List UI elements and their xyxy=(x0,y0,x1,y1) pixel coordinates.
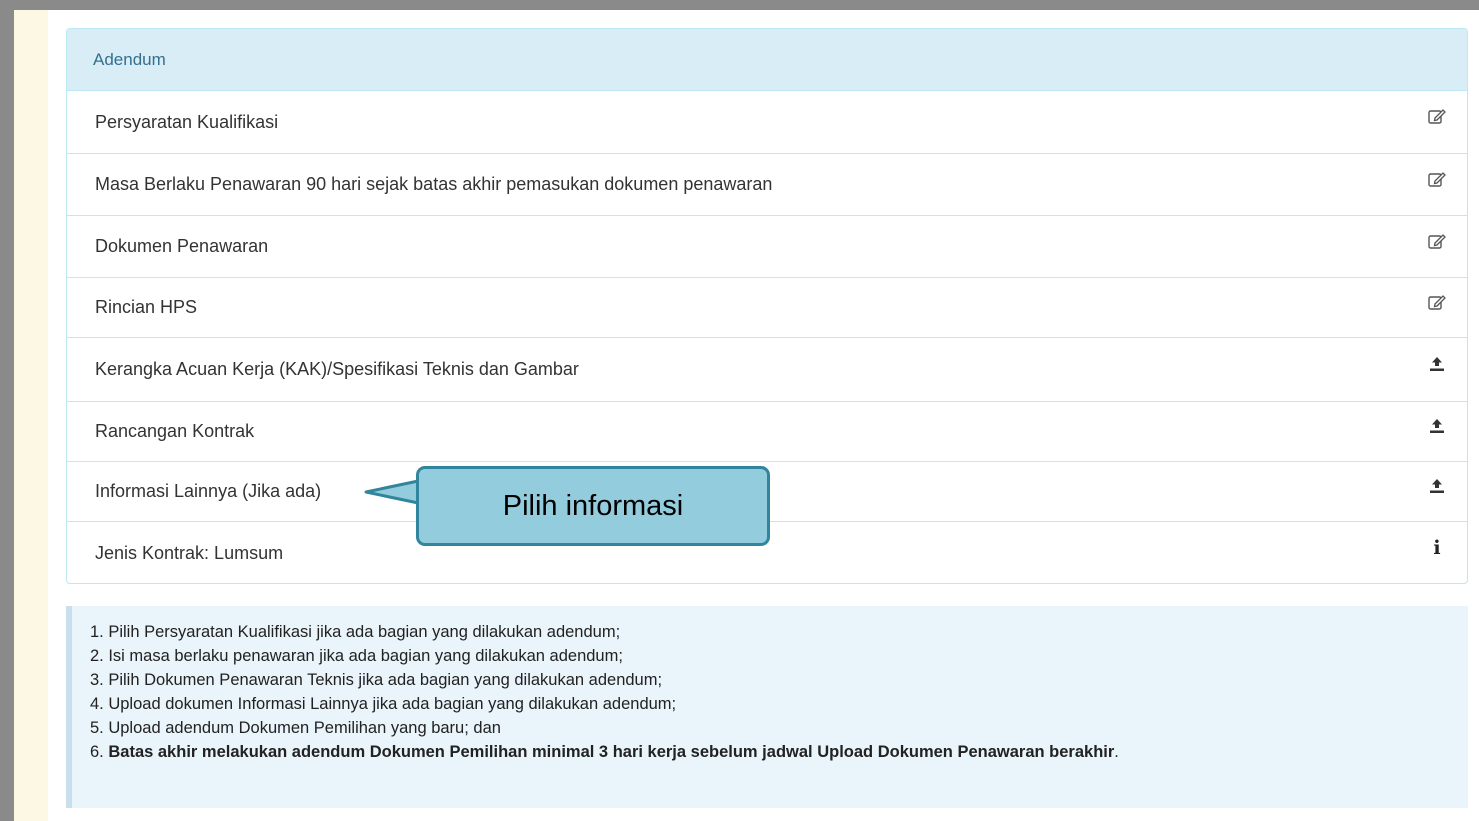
instruction-item: 2. Isi masa berlaku penawaran jika ada b… xyxy=(90,647,623,665)
screenshot-frame: Adendum Persyaratan Kualifikasi Masa Ber… xyxy=(14,10,1479,821)
list-item-rincian-hps[interactable]: Rincian HPS xyxy=(67,278,1467,338)
list-item-dokumen-penawaran[interactable]: Dokumen Penawaran xyxy=(67,216,1467,278)
edit-icon[interactable] xyxy=(1427,106,1447,126)
list-item-label: Informasi Lainnya (Jika ada) xyxy=(95,481,322,501)
edit-icon[interactable] xyxy=(1427,169,1447,189)
upload-icon[interactable] xyxy=(1427,416,1447,436)
list-item-label: Kerangka Acuan Kerja (KAK)/Spesifikasi T… xyxy=(95,359,579,379)
left-strip xyxy=(14,10,48,821)
list-item-persyaratan-kualifikasi[interactable]: Persyaratan Kualifikasi xyxy=(67,91,1467,154)
list-item-label: Jenis Kontrak: Lumsum xyxy=(95,543,284,563)
list-item-label: Masa Berlaku Penawaran 90 hari sejak bat… xyxy=(95,174,773,194)
list-item-label: Persyaratan Kualifikasi xyxy=(95,111,279,132)
instructions-box: 1. Pilih Persyaratan Kualifikasi jika ad… xyxy=(66,606,1468,808)
panel-heading: Adendum xyxy=(67,29,1467,91)
instruction-item: 1. Pilih Persyaratan Kualifikasi jika ad… xyxy=(90,623,621,641)
callout-pointer xyxy=(364,478,424,506)
info-icon[interactable]: i xyxy=(1427,537,1447,559)
callout-pilih-informasi: Pilih informasi xyxy=(416,466,770,546)
instruction-number: 6. xyxy=(90,743,109,761)
list-item-label: Dokumen Penawaran xyxy=(95,236,269,256)
upload-icon[interactable] xyxy=(1427,354,1447,374)
list-item-kak[interactable]: Kerangka Acuan Kerja (KAK)/Spesifikasi T… xyxy=(67,338,1467,402)
edit-icon[interactable] xyxy=(1427,292,1447,312)
list-item-masa-berlaku[interactable]: Masa Berlaku Penawaran 90 hari sejak bat… xyxy=(67,154,1467,216)
instruction-item: 3. Pilih Dokumen Penawaran Teknis jika a… xyxy=(90,671,663,689)
instruction-deadline-text: Batas akhir melakukan adendum Dokumen Pe… xyxy=(108,743,1115,761)
instruction-end: . xyxy=(1114,743,1119,761)
instruction-item: 4. Upload dokumen Informasi Lainnya jika… xyxy=(90,695,677,713)
instruction-item: 5. Upload adendum Dokumen Pemilihan yang… xyxy=(90,719,501,737)
instruction-item-deadline: 6. Batas akhir melakukan adendum Dokumen… xyxy=(90,740,1468,764)
list-item-rancangan-kontrak[interactable]: Rancangan Kontrak xyxy=(67,402,1467,462)
list-item-label: Rancangan Kontrak xyxy=(95,421,255,441)
edit-icon[interactable] xyxy=(1427,231,1447,251)
list-item-label: Rincian HPS xyxy=(95,297,198,317)
upload-icon[interactable] xyxy=(1427,476,1447,496)
instructions-list: 1. Pilih Persyaratan Kualifikasi jika ad… xyxy=(90,620,1468,764)
